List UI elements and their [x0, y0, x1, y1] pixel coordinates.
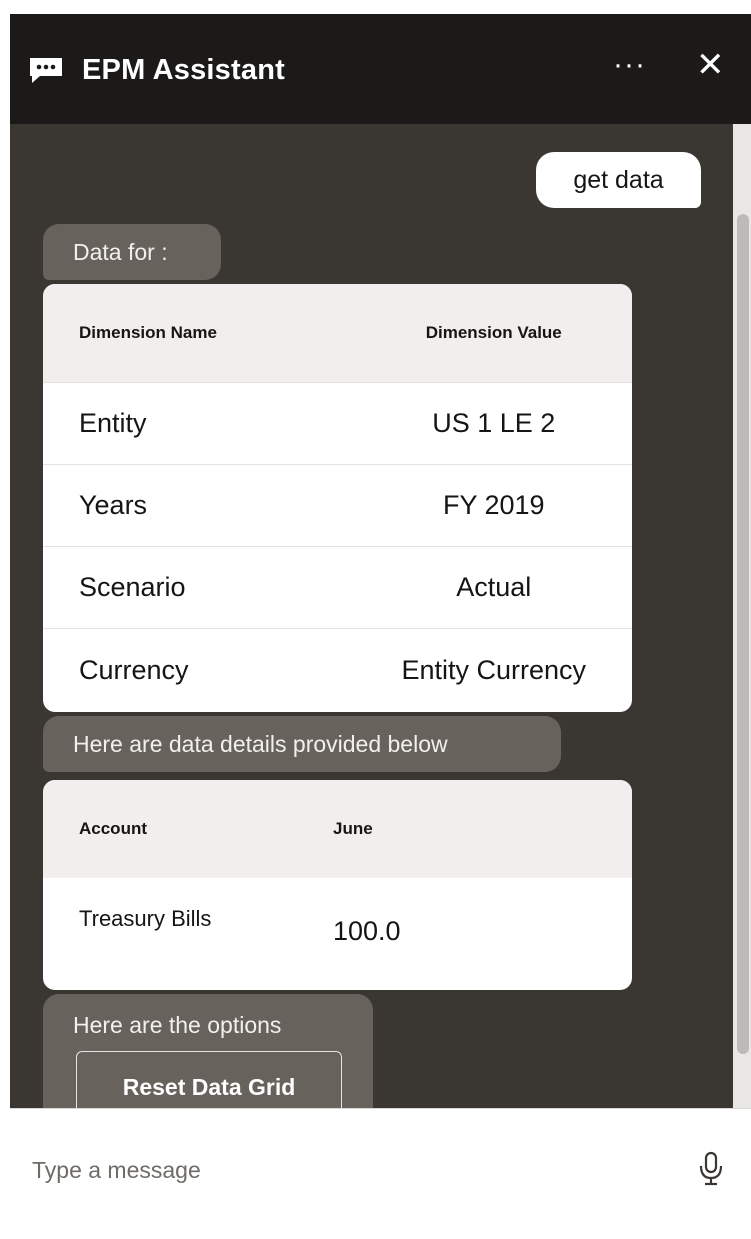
chat-header: EPM Assistant ··· ✕ — [10, 14, 751, 124]
dimension-name-cell: Currency — [79, 655, 189, 685]
dimension-name-cell: Scenario — [79, 572, 186, 602]
table-row: Years FY 2019 — [43, 464, 632, 546]
bot-message-data-details: Here are data details provided below — [43, 716, 561, 772]
chat-title: EPM Assistant — [82, 54, 285, 86]
message-input-bar: Type a message — [10, 1108, 751, 1239]
table-row: Entity US 1 LE 2 — [43, 382, 632, 464]
user-message-bubble: get data — [536, 152, 701, 208]
dimension-value-cell: US 1 LE 2 — [432, 408, 556, 438]
dimension-name-header: Dimension Name — [79, 323, 217, 342]
table-row: Treasury Bills 100.0 — [43, 878, 632, 990]
table-row: Scenario Actual — [43, 546, 632, 628]
june-header: June — [333, 819, 373, 838]
dimension-name-cell: Entity — [79, 408, 147, 438]
data-details-table-header: Account June — [43, 780, 632, 878]
message-input[interactable]: Type a message — [32, 1157, 201, 1184]
more-options-icon[interactable]: ··· — [613, 50, 646, 80]
close-icon[interactable]: ✕ — [696, 48, 725, 82]
table-row: Currency Entity Currency — [43, 628, 632, 712]
dimension-name-cell: Years — [79, 490, 148, 520]
microphone-icon[interactable] — [698, 1151, 724, 1187]
options-label: Here are the options — [73, 1012, 282, 1038]
data-details-table: Account June Treasury Bills 100.0 — [43, 780, 632, 990]
account-cell: Treasury Bills — [79, 906, 212, 931]
dimension-value-cell: Actual — [456, 572, 532, 602]
dimension-value-header: Dimension Value — [425, 323, 562, 342]
dimension-value-cell: Entity Currency — [401, 655, 587, 685]
dimension-table-header: Dimension Name Dimension Value — [43, 284, 632, 382]
chat-icon — [30, 58, 62, 83]
scrollbar-thumb[interactable] — [737, 214, 749, 1054]
bot-message-data-for: Data for : — [43, 224, 221, 280]
june-value-cell: 100.0 — [333, 916, 401, 946]
chat-panel: EPM Assistant ··· ✕ get data Data for : … — [10, 14, 751, 1239]
account-header: Account — [79, 819, 147, 838]
dimension-table: Dimension Name Dimension Value Entity US… — [43, 284, 632, 712]
dimension-value-cell: FY 2019 — [442, 490, 545, 520]
